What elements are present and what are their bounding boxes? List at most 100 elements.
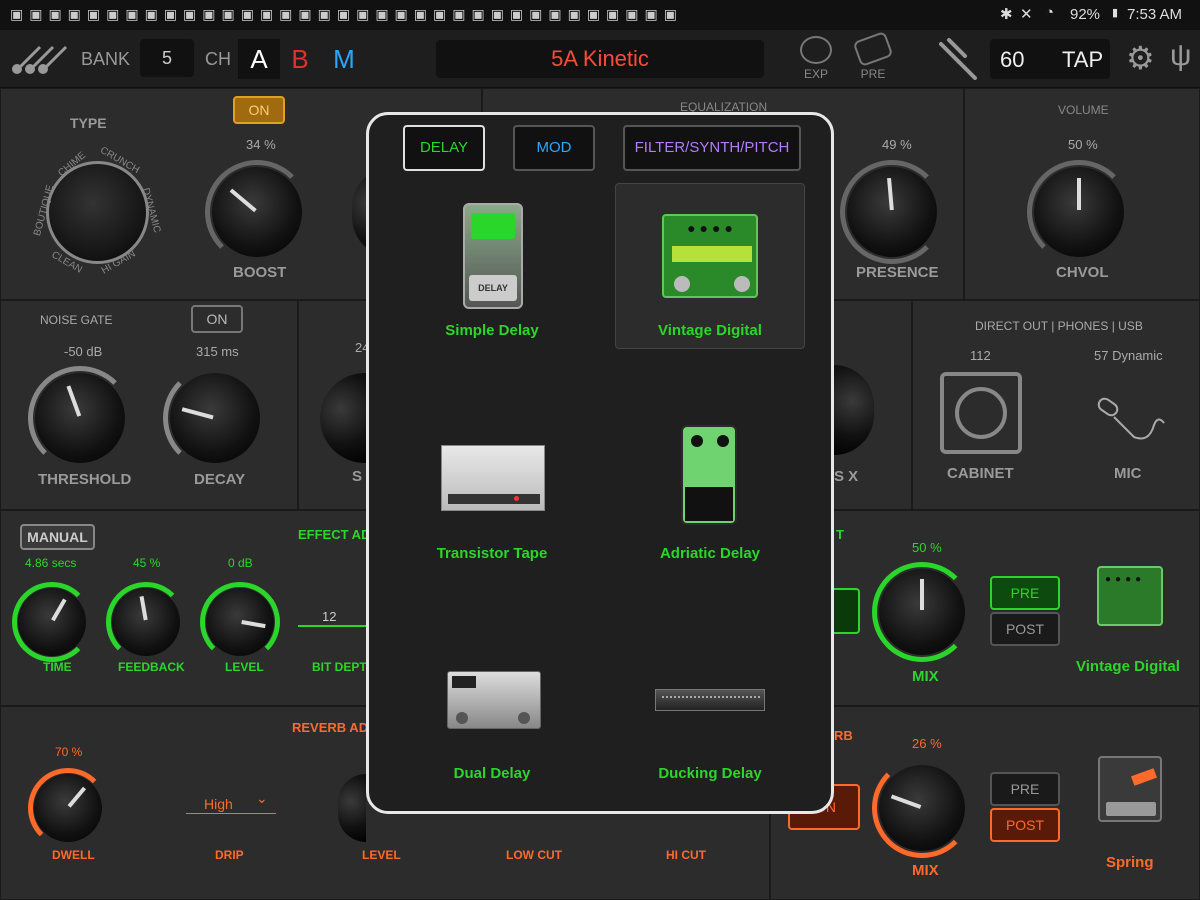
microphone-icon[interactable] — [1094, 395, 1166, 445]
amp-type-selector[interactable]: CHIME CRUNCH DYNAMIC HI GAIN CLEAN BOUTI… — [30, 145, 165, 280]
ducking-delay-image — [655, 689, 765, 711]
reverb-pre-button[interactable]: PRE — [990, 772, 1060, 806]
bank-label: BANK — [81, 49, 131, 69]
dwell-value: 70 % — [55, 745, 83, 759]
tab-mod[interactable]: MOD — [513, 125, 595, 171]
decay-label: DECAY — [194, 471, 246, 488]
effect-mix-label: MIX — [912, 668, 939, 685]
threshold-knob[interactable] — [35, 373, 125, 463]
bit-depth-label: BIT DEPT — [312, 660, 367, 674]
pedal-transistor-tape[interactable]: Transistor Tape — [397, 425, 587, 575]
pedal-name-vintage-digital: Vintage Digital — [658, 322, 762, 339]
presence-value: 49 % — [882, 137, 912, 152]
reverb-mix-value: 26 % — [912, 736, 942, 751]
notification-icons: ▣▣▣▣▣▣▣▣▣▣▣▣▣▣▣▣▣▣▣▣▣▣▣▣▣▣▣▣▣▣▣▣▣▣▣ — [10, 6, 683, 22]
noise-gate-on-button[interactable]: ON — [191, 305, 243, 333]
mic-value: 57 Dynamic — [1094, 348, 1163, 363]
cabinet-label: CABINET — [947, 465, 1014, 482]
mute-icon: ✕ — [1020, 6, 1033, 23]
type-title: TYPE — [70, 115, 107, 131]
comp-partial-label: S — [352, 468, 363, 485]
effect-adv-title: EFFECT AD — [298, 527, 371, 542]
reverb-mix-knob[interactable] — [879, 765, 965, 851]
reverb-adv-title: REVERB AD — [292, 720, 369, 735]
top-bar: BANK 5 CH A B M 5A Kinetic EXP PRE 60 TA… — [0, 30, 1200, 88]
reverb-right-title: RB — [834, 728, 853, 743]
exp-icon[interactable] — [800, 36, 832, 64]
pedal-adriatic-delay[interactable]: Adriatic Delay — [615, 425, 805, 575]
preset-name[interactable]: 5A Kinetic — [436, 40, 764, 78]
tempo-value[interactable]: 60 — [1000, 47, 1024, 73]
cabinet-icon[interactable] — [940, 372, 1022, 454]
battery-icon: ▮ — [1112, 7, 1119, 19]
chvol-knob[interactable] — [1034, 167, 1124, 257]
boost-value: 34 % — [246, 137, 276, 152]
reverb-post-button[interactable]: POST — [990, 808, 1060, 842]
pedal-simple-delay[interactable]: DELAY Simple Delay — [397, 195, 587, 355]
dwell-knob[interactable] — [34, 774, 102, 842]
time-value: 4.86 secs — [25, 556, 77, 570]
battery-text: 92% — [1070, 6, 1101, 23]
level-knob[interactable] — [206, 588, 274, 656]
status-bar: ▣▣▣▣▣▣▣▣▣▣▣▣▣▣▣▣▣▣▣▣▣▣▣▣▣▣▣▣▣▣▣▣▣▣▣ ✱ ✕ … — [0, 0, 1200, 30]
pedal-name-transistor-tape: Transistor Tape — [436, 545, 548, 562]
effect-right-title: T — [836, 527, 844, 542]
reverb-pedal-name: Spring — [1106, 854, 1154, 871]
hicut-label: HI CUT — [666, 848, 706, 862]
channel-b-button[interactable]: B — [283, 39, 317, 79]
dual-delay-image — [447, 671, 541, 729]
transistor-tape-image — [441, 445, 545, 511]
channel-m-button[interactable]: M — [326, 39, 362, 79]
boost-on-button[interactable]: ON — [233, 96, 285, 124]
lowcut-label: LOW CUT — [506, 848, 562, 862]
channel-a-button[interactable]: A — [238, 39, 280, 79]
tuning-fork-icon[interactable] — [935, 38, 979, 80]
guitars-logo-icon[interactable] — [10, 42, 70, 76]
vintage-digital-pedal-thumb[interactable]: ●●●● — [1097, 566, 1163, 626]
mic-label: MIC — [1114, 465, 1142, 482]
pedal-dual-delay[interactable]: Dual Delay — [397, 655, 587, 795]
feedback-knob[interactable] — [112, 588, 180, 656]
drip-select[interactable]: High ⌄ — [186, 790, 276, 814]
pedal-name-dual-delay: Dual Delay — [453, 765, 531, 782]
spring-pedal-thumb[interactable] — [1098, 756, 1162, 822]
settings-gear-icon[interactable]: ⚙ — [1126, 40, 1155, 76]
exp-label: EXP — [803, 67, 828, 81]
tap-button[interactable]: TAP — [1062, 47, 1103, 73]
effect-pre-button[interactable]: PRE — [990, 576, 1060, 610]
pedal-vintage-digital[interactable]: ●●●● Vintage Digital — [615, 183, 805, 349]
pedal-ducking-delay[interactable]: Ducking Delay — [615, 655, 805, 795]
decay-knob[interactable] — [170, 373, 260, 463]
pre-label: PRE — [860, 67, 886, 81]
ch-label: CH — [205, 49, 231, 69]
effect-on-button-partial[interactable] — [830, 588, 860, 634]
bank-value[interactable]: 5 — [140, 39, 194, 77]
pedal-name-adriatic-delay: Adriatic Delay — [659, 545, 761, 562]
presence-knob[interactable] — [847, 167, 937, 257]
threshold-value: -50 dB — [64, 344, 103, 359]
tab-filter-synth-pitch[interactable]: FILTER/SYNTH/PITCH — [623, 125, 801, 171]
bit-depth-value: 12 — [322, 609, 337, 624]
chevron-down-icon: ⌄ — [256, 790, 268, 806]
output-title: DIRECT OUT | PHONES | USB — [975, 319, 1143, 333]
manual-button[interactable]: MANUAL — [20, 524, 95, 550]
chvol-label: CHVOL — [1056, 264, 1109, 281]
feedback-value: 45 % — [133, 556, 161, 570]
effect-mix-knob[interactable] — [879, 569, 965, 655]
boost-knob[interactable] — [212, 167, 302, 257]
level-value: 0 dB — [228, 556, 253, 570]
volume-title: VOLUME — [1058, 103, 1109, 117]
reverb-mix-label: MIX — [912, 862, 939, 879]
threshold-label: THRESHOLD — [38, 471, 132, 488]
chvol-value: 50 % — [1068, 137, 1098, 152]
bit-depth-slider[interactable] — [298, 625, 368, 627]
effect-post-button[interactable]: POST — [990, 612, 1060, 646]
vintage-digital-image: ●●●● — [662, 214, 758, 298]
time-label: TIME — [43, 660, 72, 674]
tab-delay[interactable]: DELAY — [403, 125, 485, 171]
boost-label: BOOST — [233, 264, 287, 281]
time-knob[interactable] — [18, 588, 86, 656]
pre-pedal-icon[interactable] — [852, 30, 894, 68]
drip-value: High — [204, 796, 233, 812]
usb-icon[interactable]: ψ — [1170, 38, 1191, 74]
